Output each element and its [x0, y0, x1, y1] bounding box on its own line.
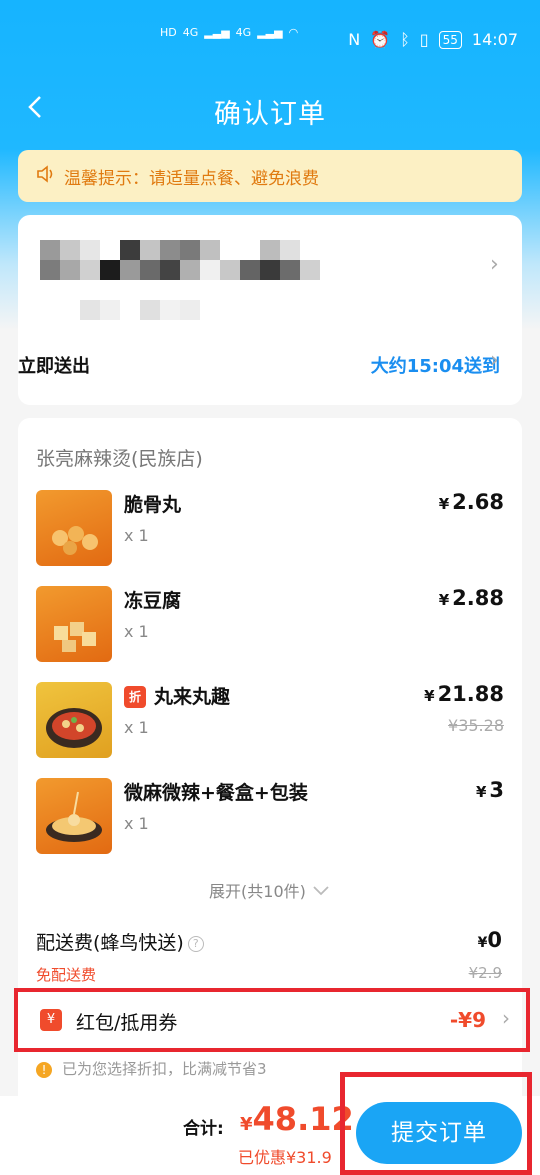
order-item[interactable]: 脆骨丸 x 1 ¥2.68	[36, 490, 504, 566]
page-title: 确认订单	[214, 99, 326, 130]
total-amount: ¥48.12	[240, 1100, 354, 1138]
currency-symbol: ¥	[477, 935, 488, 951]
status-bar: HD 4G ▂▃▅ 4G ▂▃▅ ◠ N ⏰ ᛒ ▯ 55 14:07	[0, 0, 540, 80]
item-thumbnail	[36, 778, 112, 854]
discount-badge: 折	[124, 686, 146, 708]
item-price: ¥2.68	[439, 490, 504, 514]
price-value: 21.88	[437, 682, 504, 706]
redacted-address-2	[40, 260, 320, 280]
delivery-fee-text: 配送费(蜂鸟快送)	[36, 932, 184, 954]
item-name: 脆骨丸	[124, 494, 182, 516]
system-indicators: N ⏰ ᛒ ▯ 55 14:07	[348, 30, 518, 49]
item-thumbnail	[36, 682, 112, 758]
warning-icon: !	[36, 1062, 52, 1078]
expand-label: 展开(共10件)	[209, 882, 306, 901]
free-delivery-label: 免配送费	[36, 966, 97, 984]
item-original-price: ¥35.28	[448, 716, 504, 735]
item-name: 折丸来丸趣	[124, 682, 230, 709]
item-name: 冻豆腐	[124, 590, 182, 612]
signal-icon: ▂▃▅	[204, 26, 230, 39]
signal-icon-2: ▂▃▅	[257, 26, 283, 39]
bluetooth-icon: ᛒ	[400, 30, 410, 49]
speaker-icon	[36, 164, 56, 188]
currency-symbol: ¥	[240, 1114, 253, 1135]
order-item[interactable]: 冻豆腐 x 1 ¥2.88	[36, 586, 504, 662]
submit-order-button[interactable]: 提交订单	[356, 1102, 522, 1164]
nfc-icon: N	[348, 30, 361, 49]
network-1: 4G	[182, 26, 199, 39]
chevron-right-icon: ›	[502, 1006, 510, 1030]
delivery-fee-original: ¥2.9	[468, 964, 502, 982]
item-thumbnail	[36, 490, 112, 566]
delivery-fee-value: ¥0	[478, 928, 502, 952]
currency-symbol: ¥	[475, 783, 487, 801]
item-price: ¥2.88	[439, 586, 504, 610]
coupon-value: -¥9	[449, 1008, 486, 1032]
item-name: 微麻微辣+餐盒+包装	[124, 782, 308, 804]
currency-symbol: ¥	[438, 591, 450, 609]
address-chevron-icon: ›	[490, 252, 499, 277]
network-2: 4G	[235, 26, 252, 39]
hint-text: 已为您选择折扣，比满减节省3	[62, 1060, 267, 1078]
expand-items-button[interactable]: 展开(共10件)	[0, 878, 540, 902]
redacted-address	[40, 240, 300, 260]
price-value: 2.68	[452, 490, 504, 514]
delivery-fee-label: 配送费(蜂鸟快送)?	[36, 928, 204, 955]
saved-amount: 已优惠¥31.9	[238, 1148, 332, 1167]
fee-amount: 0	[487, 928, 502, 952]
shop-name: 张亮麻辣烫(民族店)	[36, 448, 203, 470]
total-value: 48.12	[252, 1100, 354, 1138]
item-price: ¥3	[476, 778, 504, 802]
delivery-label: 立即送出	[18, 356, 90, 377]
item-qty: x 1	[124, 622, 149, 641]
price-value: 2.88	[452, 586, 504, 610]
item-qty: x 1	[124, 718, 149, 737]
item-qty: x 1	[124, 814, 149, 833]
order-item[interactable]: 折丸来丸趣 x 1 ¥21.88 ¥35.28	[36, 682, 504, 758]
coupon-icon: ¥	[40, 1009, 62, 1031]
coupon-row[interactable]: ¥ 红包/抵用券 -¥9 ›	[14, 988, 530, 1052]
item-price: ¥21.88	[424, 682, 504, 706]
item-name-text: 丸来丸趣	[154, 686, 231, 708]
notice-text: 温馨提示：请适量点餐、避免浪费	[64, 168, 319, 189]
order-item[interactable]: 微麻微辣+餐盒+包装 x 1 ¥3	[36, 778, 504, 854]
signal-indicators: HD 4G ▂▃▅ 4G ▂▃▅ ◠	[160, 26, 298, 39]
wifi-icon: ◠	[288, 26, 299, 39]
status-time: 14:07	[471, 30, 518, 49]
hd-indicator: HD	[160, 26, 177, 39]
item-qty: x 1	[124, 526, 149, 545]
item-thumbnail	[36, 586, 112, 662]
notice-banner: 温馨提示：请适量点餐、避免浪费	[18, 150, 522, 202]
delivery-time[interactable]: 大约15:04送到	[371, 352, 500, 378]
currency-symbol: ¥	[424, 687, 435, 705]
price-value: 3	[489, 778, 504, 802]
discount-hint: ! 已为您选择折扣，比满减节省3	[36, 1058, 267, 1079]
total-label: 合计:	[183, 1119, 224, 1139]
info-icon[interactable]: ?	[187, 936, 204, 952]
alarm-icon: ⏰	[370, 30, 391, 49]
battery-icon: 55	[438, 30, 462, 49]
coupon-label: 红包/抵用券	[76, 1012, 178, 1034]
currency-symbol: ¥	[438, 495, 450, 513]
chevron-down-icon	[311, 882, 331, 901]
redacted-contact	[80, 300, 200, 320]
delivery-chevron-icon: ›	[490, 348, 499, 373]
navigation-bar: 确认订单	[0, 80, 540, 136]
vibrate-icon: ▯	[419, 30, 429, 49]
